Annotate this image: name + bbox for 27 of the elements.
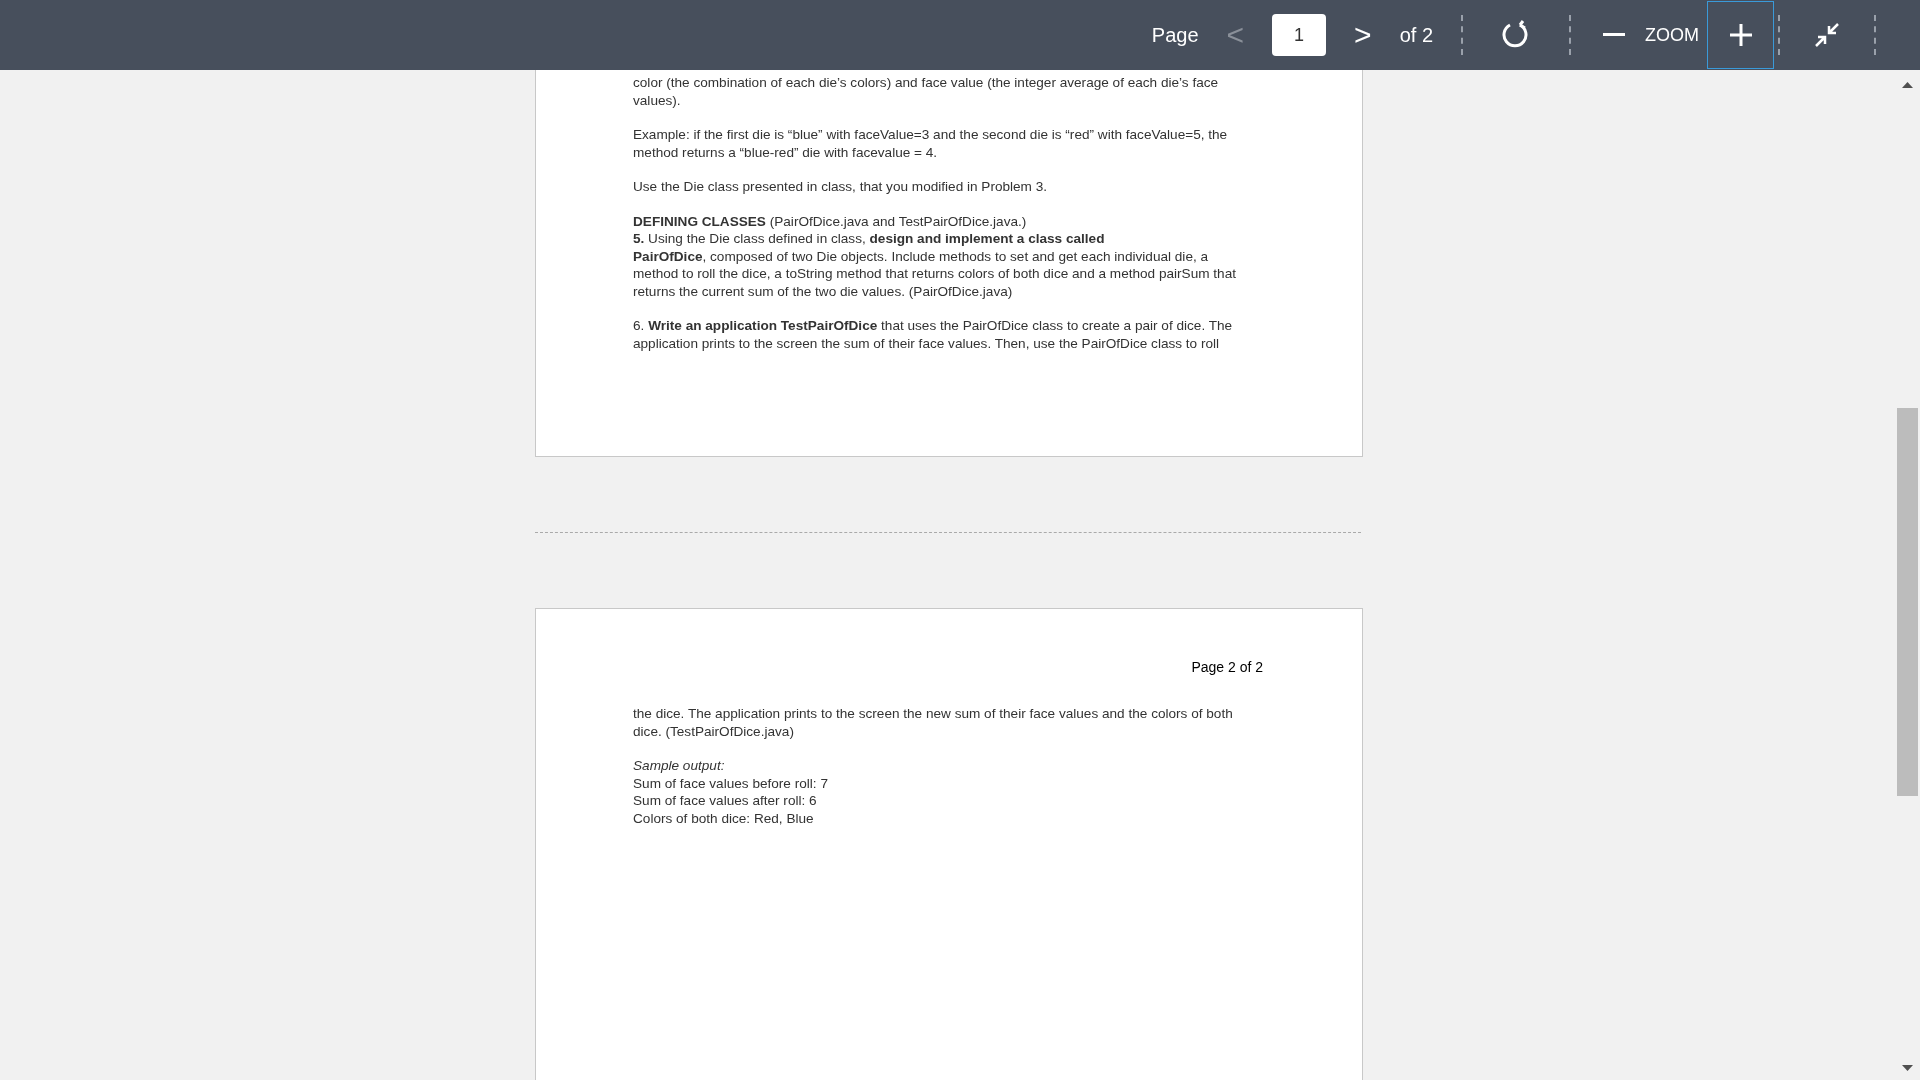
rotate-icon xyxy=(1501,20,1531,50)
plus-icon xyxy=(1729,24,1752,46)
paragraph: the dice. The application prints to the screen the new sum of their face values and the colors of both dice. (TestPairOfDice.java) xyxy=(633,705,1233,740)
rotate-button[interactable] xyxy=(1501,20,1531,50)
zoom-label: ZOOM xyxy=(1645,23,1699,47)
minus-icon xyxy=(1603,33,1625,37)
zoom-out-button[interactable] xyxy=(1603,33,1625,37)
page-label: Page xyxy=(1151,23,1199,48)
paragraph: Example: if the first die is “blue” with faceValue=3 and the second die is “red” with faceValue=5, the method returns a “blue-red” die with facevalue = 4. xyxy=(633,126,1228,161)
output-line: Colors of both dice: Red, Blue xyxy=(633,809,814,827)
paragraph: DEFINING CLASSES (PairOfDice.java and TestPairOfDice.java.) 5. Using the Die class defined in class, design and implement a class called PairOfDice, composed of two Die objects. Include methods to set and get each individual die, a method to roll the dice, a toString method that returns colors of both dice and a method pairSum that returns the current sum of the two die values. (PairOfDice.java) xyxy=(633,212,1236,300)
scroll-up-icon xyxy=(1902,82,1913,88)
paragraph: Use the Die class presented in class, that you modified in Problem 3. xyxy=(633,178,1048,196)
page-count: of 2 xyxy=(1399,23,1433,48)
scroll-down-icon xyxy=(1902,1065,1913,1071)
next-page-button[interactable]: > xyxy=(1346,20,1380,50)
paragraph: color (the combination of each die’s colors) and face value (the integer average of each die’s face values). xyxy=(633,74,1219,109)
scrollbar-thumb[interactable] xyxy=(1897,408,1918,796)
collapse-icon xyxy=(1814,22,1840,48)
zoom-in-button[interactable] xyxy=(1707,1,1774,69)
page-number-header: Page 2 of 2 xyxy=(1191,658,1263,677)
caption-text: Sample output: xyxy=(633,757,725,775)
output-line: Sum of face values before roll: 7 xyxy=(633,774,828,792)
exit-fullscreen-button[interactable] xyxy=(1814,22,1840,48)
paragraph: 6. Write an application TestPairOfDice that uses the PairOfDice class to create a pair of dice. The application prints to the screen the sum of their face values. Then, use the PairOfDice class to roll xyxy=(633,317,1233,352)
output-line: Sum of face values after roll: 6 xyxy=(633,792,817,810)
page-number-field[interactable]: 1 xyxy=(1272,14,1327,56)
